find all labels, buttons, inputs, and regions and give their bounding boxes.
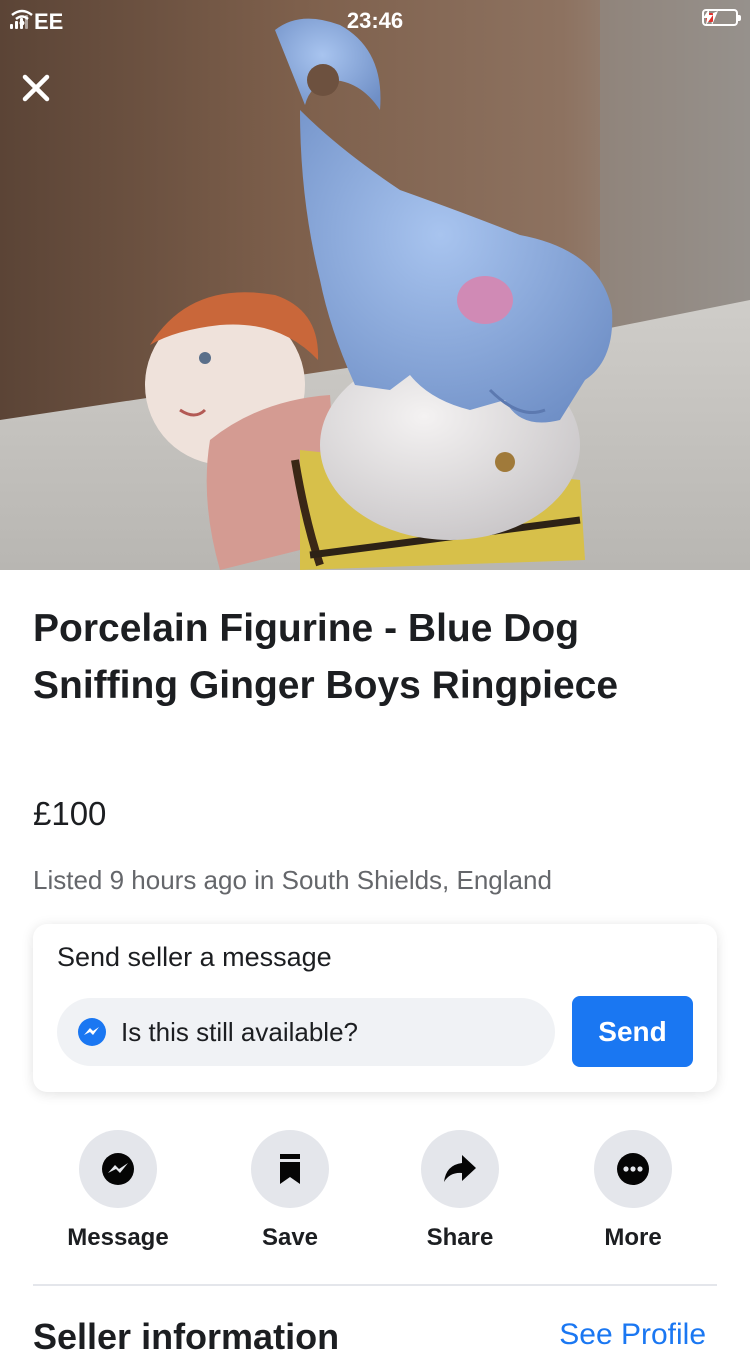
share-action[interactable]: Share: [390, 1130, 530, 1252]
close-button[interactable]: [14, 66, 58, 110]
send-button[interactable]: Send: [572, 996, 693, 1067]
clock: 23:46: [346, 8, 404, 33]
listing-photo[interactable]: EE 23:46: [0, 0, 750, 570]
messenger-icon: [79, 1130, 157, 1208]
section-divider: [33, 1284, 717, 1286]
messenger-small-icon: [78, 1018, 106, 1046]
message-action-label: Message: [67, 1224, 169, 1251]
charging-bolt-icon: [703, 9, 713, 25]
more-action-label: More: [604, 1224, 662, 1251]
more-action[interactable]: More: [563, 1130, 703, 1252]
seller-info-heading: Seller information: [33, 1316, 340, 1357]
status-bar: EE 23:46: [0, 0, 750, 44]
share-action-label: Share: [426, 1224, 494, 1251]
more-dots-icon: [594, 1130, 672, 1208]
status-right: [702, 9, 741, 26]
save-action[interactable]: Save: [220, 1130, 360, 1252]
save-action-label: Save: [261, 1224, 319, 1251]
figurine-image: [0, 0, 750, 570]
listing-price: £100: [33, 795, 107, 832]
close-icon: [22, 74, 50, 102]
message-card-heading: Send seller a message: [57, 942, 332, 972]
listing-meta: Listed 9 hours ago in South Shields, Eng…: [33, 865, 552, 895]
message-input-value: Is this still available?: [121, 1016, 358, 1047]
share-arrow-icon: [421, 1130, 499, 1208]
bookmark-icon: [251, 1130, 329, 1208]
action-bar: Message Save Share More: [0, 1130, 750, 1260]
listing-title: Porcelain Figurine - Blue Dog Sniffing G…: [33, 607, 619, 707]
message-input[interactable]: Is this still available?: [57, 998, 555, 1066]
send-message-card: Send seller a message Is this still avai…: [33, 924, 717, 1092]
see-profile-link[interactable]: See Profile: [559, 1318, 706, 1352]
message-action[interactable]: Message: [48, 1130, 188, 1252]
